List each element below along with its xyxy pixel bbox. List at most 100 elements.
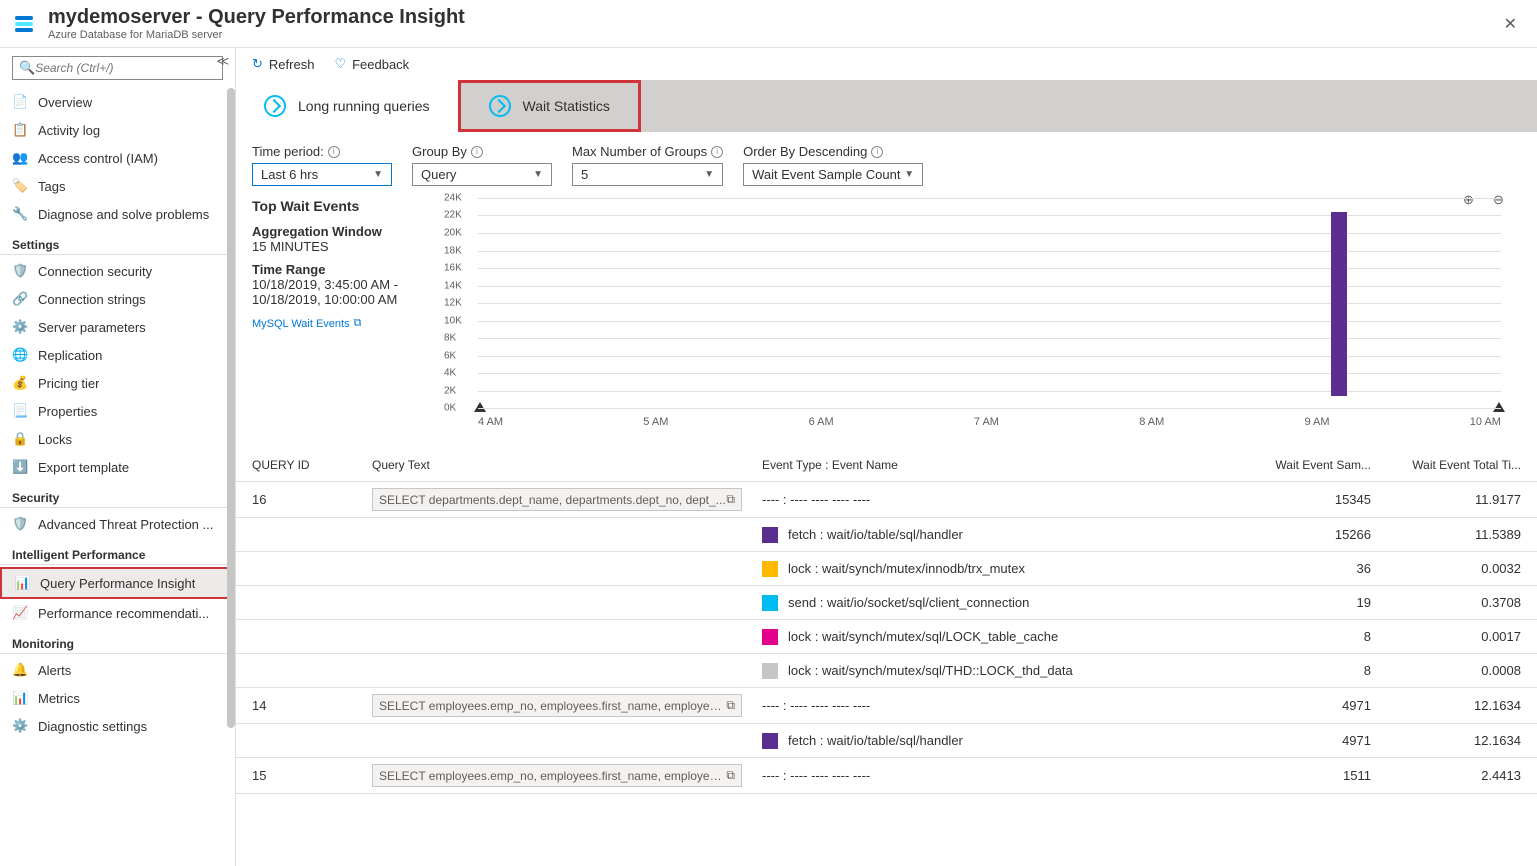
cell-query-id: 14 — [252, 698, 372, 713]
table-row[interactable]: send : wait/io/socket/sql/client_connect… — [236, 586, 1537, 620]
sidebar-item[interactable]: 📄Overview — [0, 88, 235, 116]
sidebar-item[interactable]: 👥Access control (IAM) — [0, 144, 235, 172]
sidebar-item-label: Locks — [38, 432, 72, 447]
mariadb-logo-icon — [12, 12, 36, 36]
time-period-label: Time period: — [252, 144, 324, 159]
info-icon[interactable]: i — [328, 146, 340, 158]
query-text-box[interactable]: SELECT departments.dept_name, department… — [372, 488, 742, 511]
nav-icon: 📋 — [12, 122, 28, 138]
mysql-wait-events-link[interactable]: MySQL Wait Events ⧉ — [252, 317, 361, 330]
copy-icon[interactable]: ⧉ — [726, 492, 735, 507]
range-handle-left[interactable] — [474, 402, 486, 412]
x-tick-label: 4 AM — [478, 416, 503, 428]
sidebar-item[interactable]: 🏷️Tags — [0, 172, 235, 200]
sidebar-item[interactable]: 📋Activity log — [0, 116, 235, 144]
chart-bar[interactable] — [1331, 212, 1347, 396]
table-row[interactable]: 15 SELECT employees.emp_no, employees.fi… — [236, 758, 1537, 794]
sidebar-item-label: Connection strings — [38, 292, 146, 307]
sidebar-item[interactable]: 📈Performance recommendati... — [0, 599, 235, 627]
table-row[interactable]: lock : wait/synch/mutex/sql/LOCK_table_c… — [236, 620, 1537, 654]
col-event[interactable]: Event Type : Event Name — [762, 458, 1221, 472]
cell-total: 0.0032 — [1371, 561, 1521, 576]
y-tick-label: 10K — [444, 315, 462, 326]
sidebar-search[interactable]: 🔍 — [12, 56, 223, 80]
refresh-button[interactable]: ↻ Refresh — [252, 56, 314, 72]
color-swatch — [762, 663, 778, 679]
group-by-dropdown[interactable]: Query▼ — [412, 163, 552, 186]
col-query-id[interactable]: QUERY ID — [252, 458, 372, 472]
table-row[interactable]: fetch : wait/io/table/sql/handler 4971 1… — [236, 724, 1537, 758]
sidebar-item[interactable]: 📊Query Performance Insight — [0, 567, 235, 599]
sidebar-item[interactable]: 🔒Locks — [0, 425, 235, 453]
sidebar-item-label: Advanced Threat Protection ... — [38, 517, 213, 532]
collapse-sidebar-icon[interactable]: ≪ — [216, 54, 229, 68]
info-icon[interactable]: i — [471, 146, 483, 158]
search-input[interactable] — [35, 61, 216, 75]
aggregation-window-label: Aggregation Window — [252, 224, 422, 239]
nav-icon: 📈 — [12, 605, 28, 621]
feedback-button[interactable]: ♡ Feedback — [334, 56, 409, 72]
sidebar-item[interactable]: ⬇️Export template — [0, 453, 235, 481]
col-query-text[interactable]: Query Text — [372, 458, 762, 472]
table-row[interactable]: fetch : wait/io/table/sql/handler 15266 … — [236, 518, 1537, 552]
sidebar-scrollbar[interactable] — [227, 88, 235, 728]
y-tick-label: 0K — [444, 403, 456, 414]
copy-icon[interactable]: ⧉ — [726, 698, 735, 713]
sidebar-item[interactable]: 💰Pricing tier — [0, 369, 235, 397]
cell-event: fetch : wait/io/table/sql/handler — [762, 527, 1221, 543]
table-row[interactable]: lock : wait/synch/mutex/sql/THD::LOCK_th… — [236, 654, 1537, 688]
order-by-dropdown[interactable]: Wait Event Sample Count▼ — [743, 163, 923, 186]
cell-sample: 36 — [1221, 561, 1371, 576]
sidebar-item[interactable]: 🔧Diagnose and solve problems — [0, 200, 235, 228]
x-tick-label: 5 AM — [643, 416, 668, 428]
table-row[interactable]: 14 SELECT employees.emp_no, employees.fi… — [236, 688, 1537, 724]
cell-sample: 15345 — [1221, 492, 1371, 507]
sidebar-item[interactable]: ⚙️Server parameters — [0, 313, 235, 341]
cell-sample: 8 — [1221, 663, 1371, 678]
sidebar-item[interactable]: 🛡️Advanced Threat Protection ... — [0, 510, 235, 538]
nav-icon: 👥 — [12, 150, 28, 166]
table-row[interactable]: lock : wait/synch/mutex/innodb/trx_mutex… — [236, 552, 1537, 586]
sidebar-item-label: Diagnostic settings — [38, 719, 147, 734]
sidebar-item[interactable]: 📃Properties — [0, 397, 235, 425]
tab-long-running-queries[interactable]: Long running queries — [236, 80, 458, 132]
nav-icon: 🔔 — [12, 662, 28, 678]
color-swatch — [762, 629, 778, 645]
gridline — [478, 215, 1501, 216]
nav-icon: 🛡️ — [12, 263, 28, 279]
col-total[interactable]: Wait Event Total Ti... — [1371, 458, 1521, 472]
info-icon[interactable]: i — [871, 146, 883, 158]
sidebar-item-label: Server parameters — [38, 320, 146, 335]
search-icon: 🔍 — [19, 60, 35, 76]
cell-event: ---- : ---- ---- ---- ---- — [762, 768, 1221, 783]
sidebar-item[interactable]: 📊Metrics — [0, 684, 235, 712]
cell-event: ---- : ---- ---- ---- ---- — [762, 698, 1221, 713]
nav-icon: 🔧 — [12, 206, 28, 222]
sidebar-item[interactable]: ⚙️Diagnostic settings — [0, 712, 235, 740]
sidebar-item[interactable]: 🔗Connection strings — [0, 285, 235, 313]
max-groups-dropdown[interactable]: 5▼ — [572, 163, 723, 186]
col-sample[interactable]: Wait Event Sam... — [1221, 458, 1371, 472]
gridline — [478, 303, 1501, 304]
toolbar: ↻ Refresh ♡ Feedback — [236, 48, 1537, 80]
y-tick-label: 16K — [444, 262, 462, 273]
group-by-label: Group By — [412, 144, 467, 159]
copy-icon[interactable]: ⧉ — [726, 768, 735, 783]
time-period-dropdown[interactable]: Last 6 hrs▼ — [252, 163, 392, 186]
sidebar-item-label: Export template — [38, 460, 129, 475]
page-title: mydemoserver - Query Performance Insight — [48, 6, 465, 29]
query-text-box[interactable]: SELECT employees.emp_no, employees.first… — [372, 764, 742, 787]
table-row[interactable]: 16 SELECT departments.dept_name, departm… — [236, 482, 1537, 518]
sidebar-item[interactable]: 🔔Alerts — [0, 656, 235, 684]
tab-wait-statistics[interactable]: Wait Statistics — [458, 80, 641, 132]
query-text-box[interactable]: SELECT employees.emp_no, employees.first… — [372, 694, 742, 717]
y-tick-label: 18K — [444, 245, 462, 256]
sidebar-item[interactable]: 🛡️Connection security — [0, 257, 235, 285]
time-range-label: Time Range — [252, 262, 422, 277]
gridline — [478, 286, 1501, 287]
range-handle-right[interactable] — [1493, 402, 1505, 412]
close-button[interactable]: ✕ — [1496, 10, 1525, 38]
info-icon[interactable]: i — [711, 146, 723, 158]
sidebar-item[interactable]: 🌐Replication — [0, 341, 235, 369]
cell-event: lock : wait/synch/mutex/sql/THD::LOCK_th… — [762, 663, 1221, 679]
